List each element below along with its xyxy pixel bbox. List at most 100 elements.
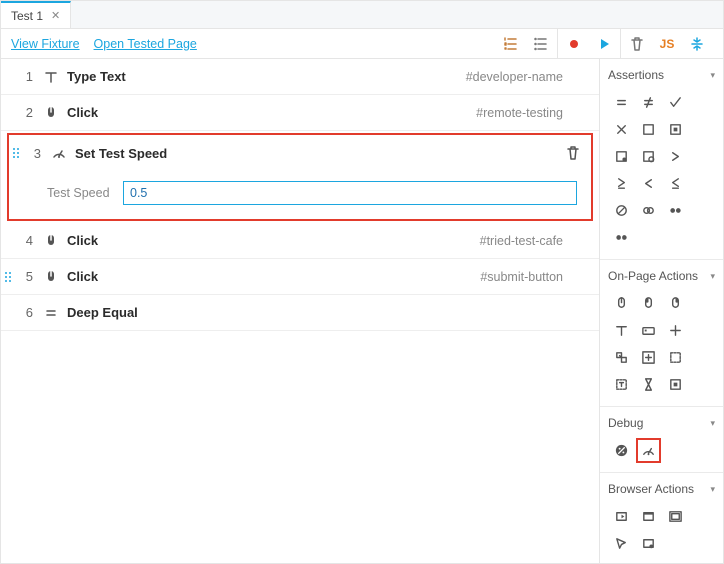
debug-icon[interactable] — [609, 438, 634, 463]
navigate-icon[interactable] — [609, 504, 634, 529]
step-name: Click — [67, 269, 98, 284]
caret-icon: ▾ — [710, 418, 715, 429]
upload-icon[interactable] — [663, 372, 688, 397]
step-number: 4 — [15, 233, 33, 248]
step-row[interactable]: 3 Set Test Speed — [9, 135, 591, 171]
step-name: Deep Equal — [67, 305, 138, 320]
type-icon[interactable] — [609, 318, 634, 343]
tab-bar: Test 1 ✕ — [1, 1, 723, 29]
drag-grip-icon[interactable] — [13, 148, 19, 158]
step-row[interactable]: 1 Type Text #developer-name — [1, 59, 599, 95]
record-icon[interactable] — [566, 36, 582, 52]
rclick-icon[interactable] — [663, 291, 688, 316]
not-within-icon[interactable] — [636, 198, 661, 223]
section-debug: Debug ▾ — [600, 407, 723, 473]
section-title: On-Page Actions — [608, 269, 698, 283]
step-body: Test Speed — [9, 171, 591, 219]
step-number: 1 — [15, 69, 33, 84]
caret-icon: ▾ — [710, 484, 715, 495]
not-ok-icon[interactable] — [609, 117, 634, 142]
eq-icon[interactable] — [609, 90, 634, 115]
section-header-browser[interactable]: Browser Actions ▾ — [608, 479, 715, 499]
screenshot-icon[interactable] — [609, 531, 634, 556]
trash-icon[interactable] — [565, 145, 581, 161]
section-title: Browser Actions — [608, 482, 694, 496]
not-contains-icon[interactable] — [663, 117, 688, 142]
step-number: 2 — [15, 105, 33, 120]
steps-list: 1 Type Text #developer-name 2 Click #remote-t… — [1, 59, 599, 563]
step-selector: #developer-name — [466, 70, 563, 84]
drag-icon[interactable] — [609, 345, 634, 370]
step-row[interactable]: 2 Click #remote-testing — [1, 95, 599, 131]
step-number: 3 — [23, 146, 41, 161]
gte-icon[interactable] — [609, 171, 634, 196]
speed-icon[interactable] — [636, 438, 661, 463]
caret-icon: ▾ — [710, 70, 715, 81]
select-icon[interactable] — [663, 345, 688, 370]
gt-icon[interactable] — [663, 144, 688, 169]
tab-test1[interactable]: Test 1 ✕ — [1, 1, 71, 28]
close-icon[interactable]: ✕ — [51, 9, 60, 22]
typeof-icon[interactable] — [609, 144, 634, 169]
contains-icon[interactable] — [636, 117, 661, 142]
list-numbered-icon[interactable] — [503, 36, 519, 52]
step-name: Set Test Speed — [75, 146, 167, 161]
step-selector: #submit-button — [480, 270, 563, 284]
collapse-icon[interactable] — [689, 36, 705, 52]
js-icon[interactable]: JS — [659, 36, 675, 52]
match-icon[interactable] — [663, 198, 688, 223]
right-sidebar: Assertions ▾ — [599, 59, 723, 563]
section-header-debug[interactable]: Debug ▾ — [608, 413, 715, 433]
mouse-icon — [43, 105, 59, 121]
step-row[interactable]: 6 Deep Equal — [1, 295, 599, 331]
equal-icon — [43, 305, 59, 321]
ok-icon[interactable] — [663, 90, 688, 115]
lt-icon[interactable] — [636, 171, 661, 196]
gauge-icon — [51, 145, 67, 161]
caret-icon: ▾ — [710, 271, 715, 282]
step-selector: #tried-test-cafe — [480, 234, 563, 248]
step-selector: #remote-testing — [476, 106, 563, 120]
play-icon[interactable] — [596, 36, 612, 52]
not-typeof-icon[interactable] — [636, 144, 661, 169]
test-speed-input[interactable] — [123, 181, 577, 205]
dragto-icon[interactable] — [636, 345, 661, 370]
lte-icon[interactable] — [663, 171, 688, 196]
drag-grip-icon[interactable] — [5, 272, 11, 282]
within-icon[interactable] — [609, 198, 634, 223]
screenshot2-icon[interactable] — [636, 531, 661, 556]
link-view-fixture[interactable]: View Fixture — [11, 37, 80, 51]
step-row[interactable]: 4Click#tried-test-cafe — [1, 223, 599, 259]
step-number: 5 — [15, 269, 33, 284]
section-title: Assertions — [608, 68, 664, 82]
sub-toolbar: View Fixture Open Tested Page JS — [1, 29, 723, 59]
list-bullet-icon[interactable] — [533, 36, 549, 52]
dblclick-icon[interactable] — [636, 291, 661, 316]
trash-icon[interactable] — [629, 36, 645, 52]
mouse-icon — [43, 233, 59, 249]
mouse-icon — [43, 269, 59, 285]
maximize-icon[interactable] — [663, 504, 688, 529]
step-name: Type Text — [67, 69, 126, 84]
tab-label: Test 1 — [11, 9, 43, 23]
step-row[interactable]: 5 Click #submit-button — [1, 259, 599, 295]
not-match-icon[interactable] — [609, 225, 634, 250]
link-open-tested-page[interactable]: Open Tested Page — [94, 37, 197, 51]
section-header-onpage[interactable]: On-Page Actions ▾ — [608, 266, 715, 286]
section-title: Debug — [608, 416, 643, 430]
step-active-outline: 3 Set Test Speed Test Speed — [7, 133, 593, 221]
hover-icon[interactable] — [663, 318, 688, 343]
section-header-assertions[interactable]: Assertions ▾ — [608, 65, 715, 85]
resize-icon[interactable] — [636, 504, 661, 529]
step-number: 6 — [15, 305, 33, 320]
step-name: Click — [67, 105, 98, 120]
wait-icon[interactable] — [636, 372, 661, 397]
section-browser: Browser Actions ▾ — [600, 473, 723, 563]
type-icon — [43, 69, 59, 85]
step-body-label: Test Speed — [47, 186, 123, 200]
selecttext-icon[interactable] — [609, 372, 634, 397]
click-icon[interactable] — [609, 291, 634, 316]
not-eq-icon[interactable] — [636, 90, 661, 115]
press-icon[interactable] — [636, 318, 661, 343]
section-assertions: Assertions ▾ — [600, 59, 723, 260]
